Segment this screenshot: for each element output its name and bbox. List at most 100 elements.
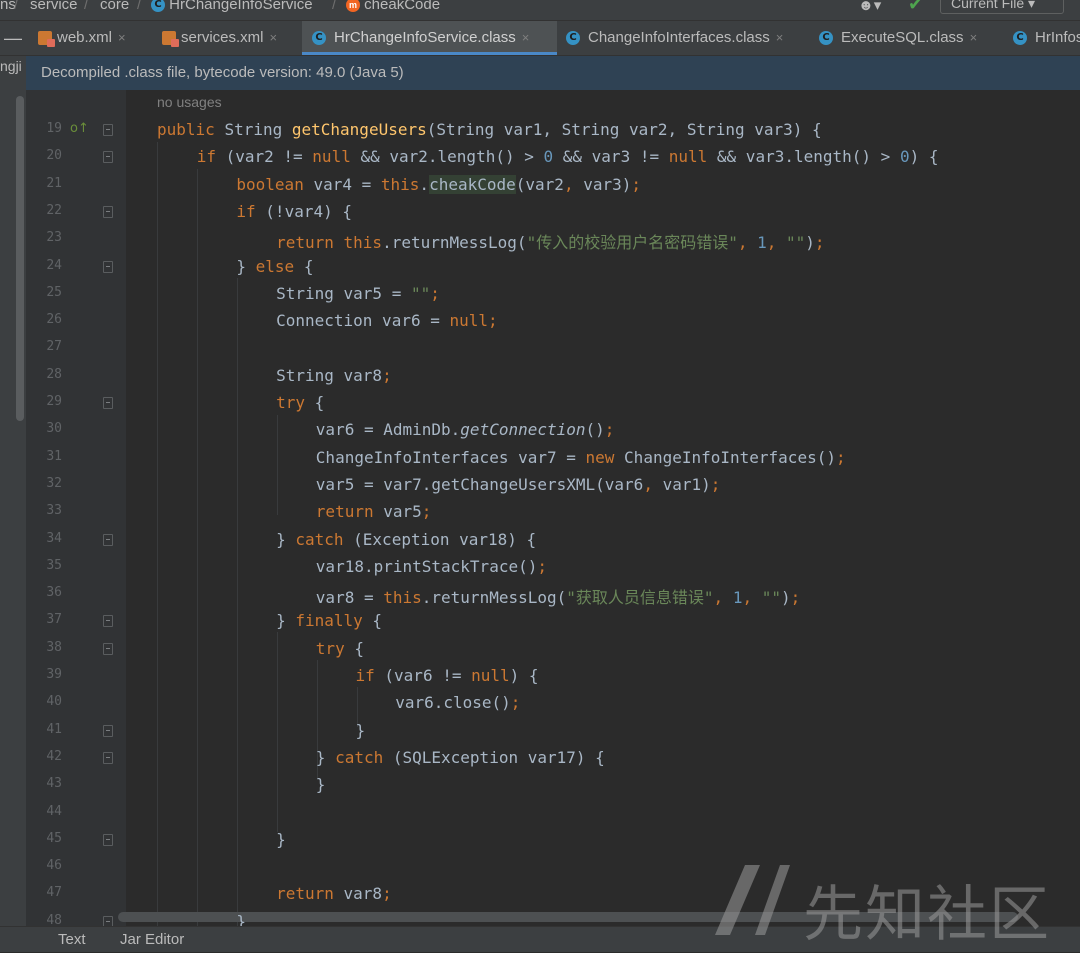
code-token: getConnection — [460, 420, 586, 440]
fold-icon[interactable] — [103, 615, 113, 628]
code-token: var3) — [583, 174, 632, 194]
code-line[interactable]: 36 var8 = this.returnMessLog("获取人员信息错误", … — [26, 581, 1080, 608]
code-token: else — [255, 256, 304, 276]
line-number: 24 — [46, 257, 62, 273]
implements-marker-icon[interactable]: o↑ — [70, 121, 89, 136]
fold-icon[interactable] — [103, 724, 113, 737]
fold-icon[interactable] — [103, 397, 113, 409]
code-token: ; — [382, 884, 392, 904]
code-text: String var5 = ""; — [276, 284, 440, 303]
usages-hint[interactable]: no usages — [157, 94, 222, 110]
code-line[interactable]: 39 if (var6 != null) { — [26, 663, 1080, 690]
breadcrumb-item-service[interactable]: service — [30, 0, 78, 13]
class-icon: C — [1013, 31, 1027, 46]
line-number: 36 — [46, 585, 62, 601]
code-text: var8 = this.returnMessLog("获取人员信息错误", 1,… — [316, 584, 800, 608]
breadcrumb-item-class[interactable]: C HrChangeInfoService — [151, 0, 313, 13]
code-line[interactable]: 21 boolean var4 = this.cheakCode(var2, va… — [26, 172, 1080, 199]
close-icon[interactable]: × — [970, 30, 978, 45]
code-line[interactable]: 23 return this.returnMessLog("传入的校验用户名密码错… — [26, 226, 1080, 253]
fold-icon[interactable] — [103, 751, 113, 764]
code-line[interactable]: 28 String var8; — [26, 363, 1080, 390]
code-text: } catch (Exception var18) { — [276, 530, 536, 549]
tab-jar-editor[interactable]: Jar Editor — [120, 931, 184, 948]
code-token: "" — [410, 283, 431, 303]
line-number: 32 — [46, 475, 62, 491]
code-line[interactable]: 20 if (var2 != null && var2.length() > 0 … — [26, 144, 1080, 171]
project-panel-scrollbar[interactable] — [16, 96, 24, 421]
code-line[interactable]: 30 var6 = AdminDb.getConnection(); — [26, 417, 1080, 444]
minimize-icon[interactable]: — — [0, 21, 26, 55]
code-token: boolean — [236, 174, 314, 194]
close-icon[interactable]: × — [776, 30, 784, 45]
line-number: 43 — [46, 776, 62, 792]
line-number: 30 — [46, 421, 62, 437]
user-icon[interactable]: ☻▾ — [858, 0, 881, 14]
tab-changeinfointerfaces-class[interactable]: C ChangeInfoInterfaces.class × — [556, 21, 783, 55]
close-icon[interactable]: × — [270, 30, 278, 45]
code-line[interactable]: 24} else { — [26, 254, 1080, 281]
code-line[interactable]: 25 String var5 = ""; — [26, 281, 1080, 308]
code-token: var5 — [383, 502, 422, 522]
tab-text[interactable]: Text — [58, 931, 86, 948]
hammer-icon[interactable]: ✔ — [908, 0, 923, 15]
code-line[interactable]: 37} finally { — [26, 608, 1080, 635]
fold-icon[interactable] — [103, 260, 113, 273]
code-line[interactable]: 44 — [26, 800, 1080, 827]
code-text: boolean var4 = this.cheakCode(var2, var3… — [236, 174, 641, 194]
code-text: } else { — [236, 257, 313, 276]
code-token: new — [585, 447, 625, 467]
chevron-down-icon: ▾ — [1028, 0, 1036, 11]
run-config-dropdown[interactable]: Current File ▾ — [940, 0, 1064, 14]
project-panel-label[interactable]: ngji — [0, 58, 22, 74]
code-line[interactable]: 27 — [26, 335, 1080, 362]
project-panel-strip: ngji — [0, 56, 26, 926]
code-line[interactable]: 29 try { — [26, 390, 1080, 417]
fold-icon[interactable] — [103, 833, 113, 846]
line-number: 42 — [46, 748, 62, 764]
code-token: && var2.length() > — [360, 147, 544, 167]
code-line[interactable]: 32 var5 = var7.getChangeUsersXML(var6, va… — [26, 472, 1080, 499]
code-line[interactable]: 31 ChangeInfoInterfaces var7 = new Change… — [26, 445, 1080, 472]
close-icon[interactable]: × — [522, 30, 530, 45]
line-number: 22 — [46, 202, 62, 218]
watermark: 先知社区 — [705, 860, 1065, 950]
code-line[interactable]: 42} catch (SQLException var17) { — [26, 745, 1080, 772]
code-token: "获取人员信息错误" — [566, 588, 714, 608]
tab-services-xml[interactable]: services.xml × — [152, 21, 277, 55]
tab-hrchangeinfoservice-class[interactable]: C HrChangeInfoService.class × — [302, 21, 557, 55]
fold-icon[interactable] — [103, 642, 113, 655]
code-token: } — [276, 611, 296, 631]
code-line[interactable]: 40 var6.close(); — [26, 690, 1080, 717]
tab-web-xml[interactable]: web.xml × — [28, 21, 126, 55]
code-line[interactable]: 35 var18.printStackTrace(); — [26, 554, 1080, 581]
code-line[interactable]: 43} — [26, 772, 1080, 799]
code-line[interactable]: 45} — [26, 827, 1080, 854]
code-line[interactable]: 41} — [26, 718, 1080, 745]
code-token: } — [276, 829, 286, 849]
code-line[interactable]: 33 return var5; — [26, 499, 1080, 526]
code-token: { — [303, 256, 314, 276]
code-token: null — [668, 147, 717, 167]
close-icon[interactable]: × — [118, 30, 126, 45]
tab-executesql-class[interactable]: C ExecuteSQL.class × — [809, 21, 977, 55]
fold-icon[interactable] — [103, 205, 113, 218]
code-token: ; — [537, 556, 547, 576]
tab-hrinfos[interactable]: C HrInfos — [1003, 21, 1080, 55]
fold-icon[interactable] — [103, 533, 113, 546]
code-line[interactable]: 34} catch (Exception var18) { — [26, 527, 1080, 554]
code-line[interactable]: 22 if (!var4) { — [26, 199, 1080, 226]
code-token: var18.printStackTrace() — [315, 556, 538, 576]
tab-label: ExecuteSQL.class — [841, 29, 964, 46]
fold-icon[interactable] — [103, 915, 113, 926]
code-line[interactable]: 26 Connection var6 = null; — [26, 308, 1080, 335]
fold-icon[interactable] — [103, 151, 113, 164]
breadcrumb-item-core[interactable]: core — [100, 0, 129, 13]
code-line[interactable]: 38 try { — [26, 636, 1080, 663]
breadcrumb-item-method[interactable]: m cheakCode — [346, 0, 440, 13]
fold-icon[interactable] — [103, 124, 113, 136]
code-line[interactable]: 19 o↑ public String getChangeUsers(String … — [26, 117, 1080, 144]
code-editor[interactable]: no usages 19 o↑ public String getChangeUse… — [26, 90, 1080, 926]
code-token: try — [315, 638, 355, 658]
code-token: } — [236, 256, 256, 276]
